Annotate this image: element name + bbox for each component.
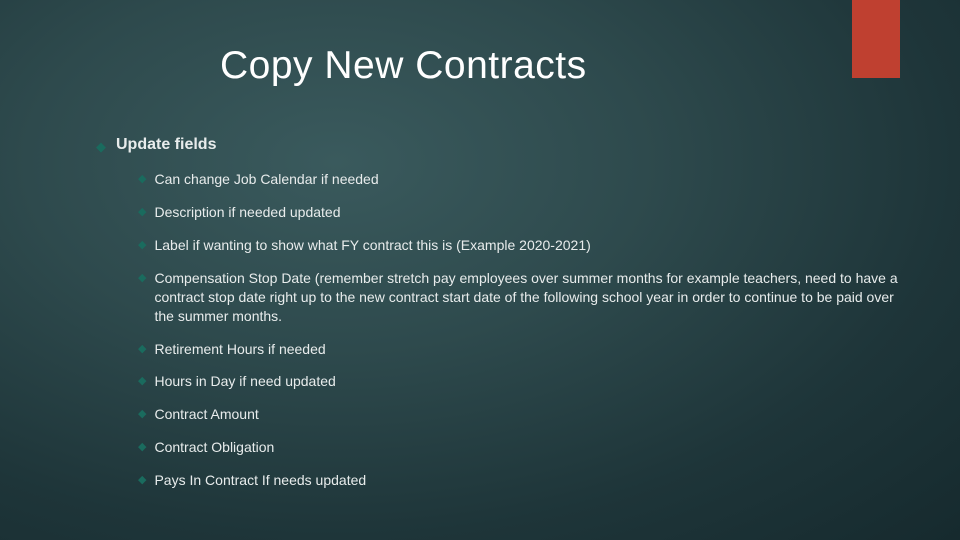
- list-item-text: Pays In Contract If needs updated: [154, 471, 366, 490]
- list-item-text: Compensation Stop Date (remember stretch…: [154, 269, 900, 326]
- list-item-text: Contract Amount: [154, 405, 258, 424]
- accent-bar: [852, 0, 900, 78]
- diamond-bullet-icon: ◆: [138, 204, 146, 221]
- list-item-text: Retirement Hours if needed: [154, 340, 325, 359]
- diamond-bullet-icon: ◆: [138, 373, 146, 390]
- list-item-text: Hours in Day if need updated: [154, 372, 335, 391]
- list-item: ◆ Compensation Stop Date (remember stret…: [138, 269, 900, 326]
- main-list: ◆ Update fields: [96, 136, 900, 156]
- list-item: ◆ Pays In Contract If needs updated: [138, 471, 900, 490]
- list-item-text: Can change Job Calendar if needed: [154, 170, 378, 189]
- list-item: ◆ Hours in Day if need updated: [138, 372, 900, 391]
- diamond-bullet-icon: ◆: [96, 138, 106, 156]
- list-item: ◆ Label if wanting to show what FY contr…: [138, 236, 900, 255]
- list-item: ◆ Contract Amount: [138, 405, 900, 424]
- list-item: ◆ Can change Job Calendar if needed: [138, 170, 900, 189]
- list-item-text: Description if needed updated: [154, 203, 340, 222]
- list-item: ◆ Description if needed updated: [138, 203, 900, 222]
- sub-list: ◆ Can change Job Calendar if needed ◆ De…: [138, 170, 900, 490]
- diamond-bullet-icon: ◆: [138, 439, 146, 456]
- main-item: ◆ Update fields: [96, 136, 900, 156]
- slide-content: Copy New Contracts ◆ Update fields ◆ Can…: [0, 0, 960, 490]
- list-item-text: Label if wanting to show what FY contrac…: [154, 236, 590, 255]
- diamond-bullet-icon: ◆: [138, 237, 146, 254]
- list-item-text: Contract Obligation: [154, 438, 274, 457]
- list-item: ◆ Contract Obligation: [138, 438, 900, 457]
- list-item: ◆ Retirement Hours if needed: [138, 340, 900, 359]
- diamond-bullet-icon: ◆: [138, 472, 146, 489]
- diamond-bullet-icon: ◆: [138, 406, 146, 423]
- slide-title: Copy New Contracts: [220, 44, 900, 88]
- diamond-bullet-icon: ◆: [138, 341, 146, 358]
- diamond-bullet-icon: ◆: [138, 171, 146, 188]
- main-item-label: Update fields: [116, 136, 216, 154]
- diamond-bullet-icon: ◆: [138, 270, 146, 287]
